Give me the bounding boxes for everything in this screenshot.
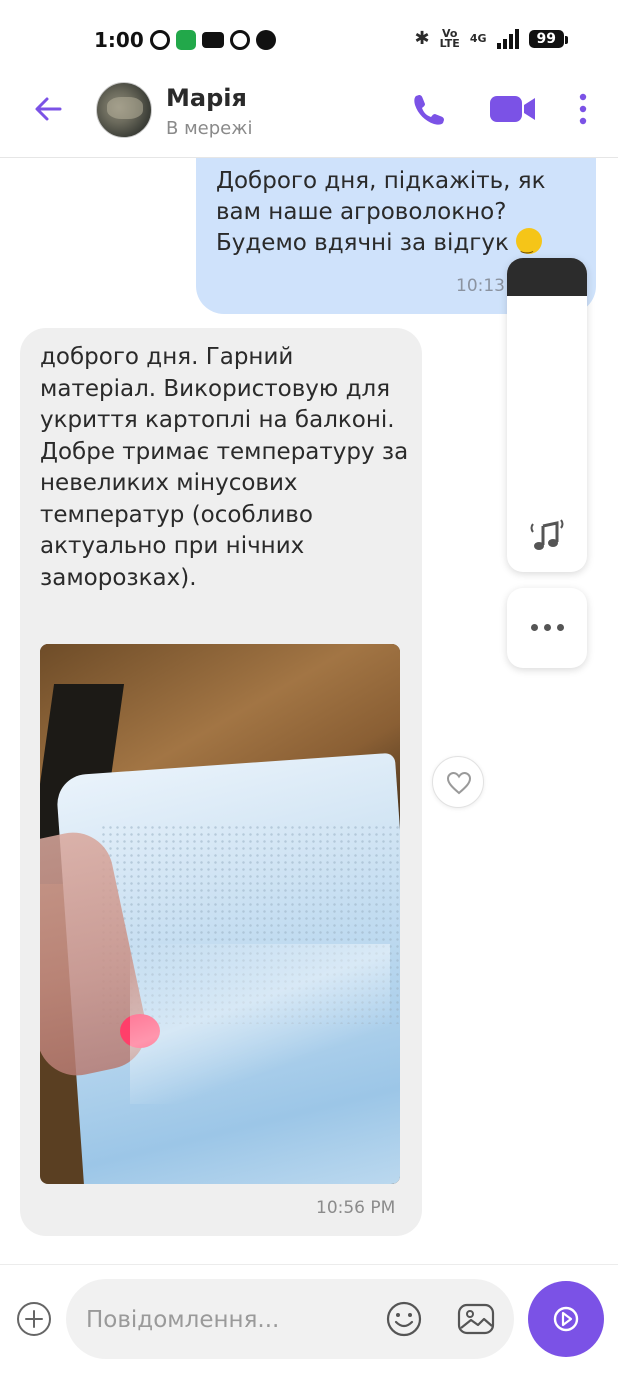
- send-button[interactable]: [528, 1281, 604, 1357]
- chat-header: Марія В мережі: [0, 80, 618, 158]
- youtube-notification-icon: [202, 32, 224, 48]
- signal-icon: [496, 28, 519, 49]
- video-call-button[interactable]: [488, 92, 538, 126]
- dot-icon: [544, 624, 551, 631]
- system-icons: ✱ Vo LTE 4G 99: [414, 26, 569, 50]
- status-time: 1:00: [94, 28, 144, 52]
- emoji-button[interactable]: [384, 1299, 424, 1339]
- like-button[interactable]: [432, 756, 484, 808]
- arrow-left-icon: [35, 97, 62, 121]
- status-bar: 1:00 ✱ Vo LTE 4G 99: [0, 0, 618, 80]
- add-attachment-button[interactable]: [16, 1301, 52, 1337]
- bluetooth-icon: ✱: [414, 28, 430, 49]
- call-button[interactable]: [410, 90, 448, 128]
- contact-avatar[interactable]: [96, 82, 152, 138]
- threads-notification-icon: [230, 30, 250, 50]
- gallery-icon: [457, 1303, 495, 1335]
- more-vertical-icon: [579, 93, 587, 125]
- incoming-message-text: доброго дня. Гарний матеріал. Використов…: [40, 344, 409, 591]
- dot-icon: [531, 624, 538, 631]
- music-note-icon[interactable]: [527, 516, 567, 556]
- message-photo[interactable]: [40, 644, 400, 1184]
- dot-icon: [557, 624, 564, 631]
- floating-panel-header: [507, 258, 587, 296]
- notification-icons: [150, 30, 276, 50]
- contact-status: В мережі: [166, 118, 253, 139]
- play-send-icon: [553, 1306, 579, 1332]
- more-options-button[interactable]: [573, 92, 593, 126]
- plus-circle-icon: [17, 1302, 51, 1336]
- network-type-label: 4G: [469, 32, 487, 45]
- incoming-message-time: 10:56 PM: [316, 1198, 396, 1218]
- floating-more-button[interactable]: [507, 588, 587, 668]
- smiley-icon: [386, 1301, 422, 1337]
- back-button[interactable]: [32, 92, 66, 126]
- incoming-message[interactable]: доброго дня. Гарний матеріал. Використов…: [20, 328, 422, 1236]
- dot-notification-icon: [256, 30, 276, 50]
- outgoing-message-text: Доброго дня, підкажіть, як вам наше агро…: [216, 166, 586, 262]
- outgoing-message-time: 10:13: [456, 276, 505, 296]
- phone-icon: [414, 95, 444, 125]
- viber-notification-icon: [150, 30, 170, 50]
- video-camera-icon: [490, 96, 535, 122]
- smiley-emoji-icon: [516, 228, 543, 262]
- message-composer: [0, 1264, 618, 1374]
- app-notification-icon: [176, 30, 196, 50]
- heart-icon: [446, 771, 472, 795]
- gallery-button[interactable]: [456, 1299, 496, 1339]
- contact-name[interactable]: Марія: [166, 84, 247, 112]
- message-input[interactable]: [86, 1303, 376, 1337]
- floating-media-panel[interactable]: [507, 258, 587, 572]
- volte-icon: Vo LTE: [439, 26, 460, 50]
- battery-indicator: 99: [528, 29, 569, 48]
- message-input-container: [66, 1279, 514, 1359]
